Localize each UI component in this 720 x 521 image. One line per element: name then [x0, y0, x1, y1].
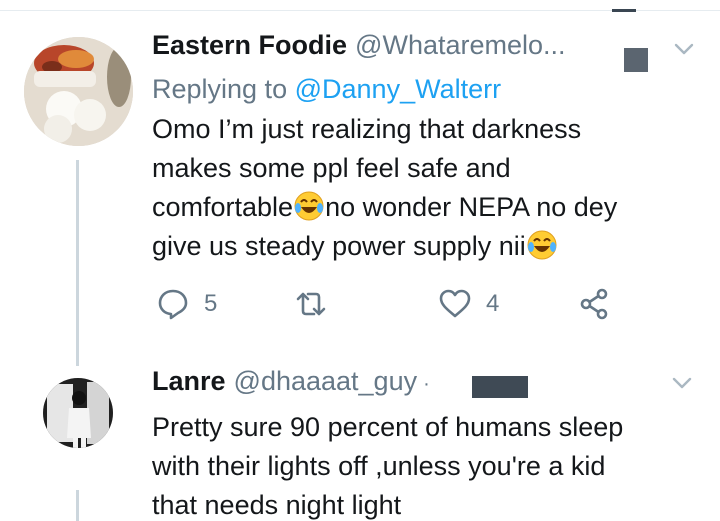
- heart-icon: [439, 289, 471, 318]
- replying-to-mention[interactable]: @Danny_Walterr: [295, 74, 501, 104]
- face-with-tears-of-joy-icon: [526, 229, 558, 261]
- avatar[interactable]: [24, 37, 133, 146]
- reply-icon: [158, 289, 188, 320]
- person-photo-avatar-icon: [43, 378, 113, 448]
- top-divider-mark: [612, 9, 636, 12]
- tweet-text-line: makes some ppl feel safe and: [152, 153, 511, 183]
- tweet-text-line: Pretty sure 90 percent of humans sleep: [152, 412, 624, 442]
- redacted-area: [472, 376, 528, 398]
- retweet-icon: [296, 292, 326, 316]
- thread-connector-line: [76, 490, 79, 521]
- share-icon: [580, 288, 608, 320]
- tweet-actions: 5 4: [152, 287, 622, 331]
- share-button[interactable]: [578, 287, 612, 321]
- tweet-text-line: with their lights off ,unless you're a k…: [152, 451, 606, 481]
- face-with-tears-of-joy-icon: [293, 190, 325, 222]
- tweet-text-line: that needs night light: [152, 490, 402, 520]
- tweet-text-segment: no wonder NEPA no dey: [325, 192, 618, 222]
- separator-dot: ·: [423, 373, 430, 395]
- tweet-text: Omo I’m just realizing that darkness mak…: [152, 110, 700, 266]
- tweet-text: Pretty sure 90 percent of humans sleep w…: [152, 408, 700, 521]
- redacted-area: [624, 48, 648, 72]
- food-avatar-icon: [24, 37, 133, 146]
- chevron-down-icon[interactable]: [670, 39, 698, 59]
- replying-to-label: Replying to: [152, 74, 288, 104]
- tweet-text-line: give us steady power supply nii: [152, 227, 700, 266]
- avatar[interactable]: [43, 378, 113, 448]
- display-name[interactable]: Lanre: [152, 366, 226, 397]
- tweet-text-line: Omo I’m just realizing that darkness: [152, 114, 582, 144]
- thread-connector-line: [76, 160, 79, 366]
- user-handle[interactable]: @Whataremelo...: [355, 30, 565, 61]
- replying-to: Replying to @Danny_Walterr: [152, 70, 700, 108]
- tweet-header: Eastern Foodie @Whataremelo...: [152, 30, 700, 70]
- tweet-text-line: comfortable no wonder NEPA no dey: [152, 188, 700, 227]
- retweet-button[interactable]: [294, 287, 328, 321]
- tweet[interactable]: Eastern Foodie @Whataremelo... Replying …: [152, 30, 700, 266]
- reply-button[interactable]: 5: [156, 287, 217, 321]
- tweet[interactable]: Lanre @dhaaaat_guy · Pretty sure 90 perc…: [152, 366, 700, 521]
- chevron-down-icon[interactable]: [668, 373, 696, 393]
- tweet-text-segment: comfortable: [152, 192, 294, 222]
- tweet-text-segment: give us steady power supply nii: [152, 231, 526, 261]
- reply-count: 5: [204, 290, 218, 317]
- like-count: 4: [486, 290, 500, 317]
- tweet-header: Lanre @dhaaaat_guy ·: [152, 366, 700, 406]
- display-name[interactable]: Eastern Foodie: [152, 30, 347, 61]
- user-handle[interactable]: @dhaaaat_guy: [234, 366, 418, 397]
- like-button[interactable]: 4: [438, 287, 499, 321]
